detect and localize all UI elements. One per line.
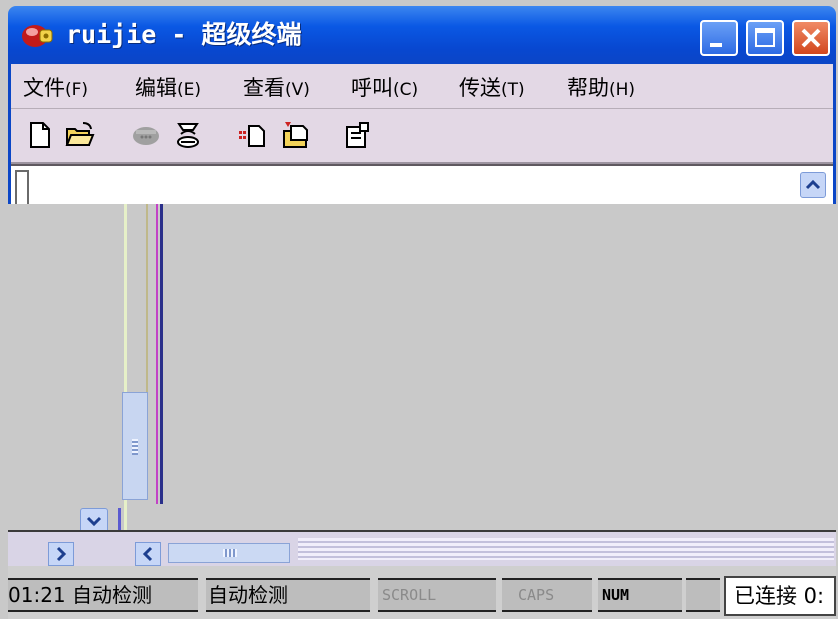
menu-help-accel: (H) (609, 80, 636, 100)
menu-transfer-accel: (T) (501, 80, 525, 100)
menu-call-accel: (C) (393, 80, 419, 100)
menu-call[interactable]: 呼叫(C) (351, 76, 418, 102)
menu-view[interactable]: 查看(V) (243, 76, 310, 102)
maximize-button[interactable] (746, 20, 784, 56)
minimize-icon (710, 43, 722, 47)
close-button[interactable] (792, 20, 830, 56)
horizontal-scroll-thumb[interactable] (168, 543, 290, 563)
menu-file-accel: (F) (65, 80, 89, 100)
menu-view-label: 查看 (243, 76, 285, 100)
toolbar (11, 110, 833, 164)
status-connection: 已连接 0: (724, 576, 836, 616)
menu-edit-accel: (E) (177, 80, 202, 100)
menu-file[interactable]: 文件(F) (23, 76, 88, 102)
render-artifact-line (160, 204, 163, 504)
chevron-right-icon (56, 546, 67, 562)
status-caps-lock: CAPS (502, 578, 592, 612)
menu-file-label: 文件 (23, 76, 65, 100)
properties-icon[interactable] (343, 120, 373, 150)
new-file-icon[interactable] (25, 120, 55, 150)
status-port-settings: 自动检测 (206, 578, 370, 612)
horizontal-scrollbar[interactable] (8, 532, 836, 566)
menu-call-label: 呼叫 (351, 76, 393, 100)
grip-icon (223, 549, 237, 557)
scroll-left-button[interactable] (135, 542, 161, 566)
scroll-up-button[interactable] (800, 172, 826, 198)
menu-transfer[interactable]: 传送(T) (459, 76, 525, 102)
send-file-icon[interactable] (237, 120, 267, 150)
terminal-header (11, 164, 833, 206)
hyperterminal-app-icon[interactable] (20, 20, 54, 50)
status-num-lock: NUM (598, 578, 682, 612)
window-title: ruijie - 超级终端 (66, 20, 302, 49)
maximize-icon (755, 28, 775, 47)
menu-help-label: 帮助 (567, 76, 609, 100)
title-bar[interactable]: ruijie - 超级终端 (8, 6, 836, 64)
render-artifact-line (146, 204, 148, 394)
menu-transfer-label: 传送 (459, 76, 501, 100)
status-scroll-lock: SCROLL (378, 578, 496, 612)
status-connect-time: 01:21 (8, 578, 70, 612)
menu-view-accel: (V) (285, 80, 310, 100)
render-artifact-line (156, 204, 158, 504)
menu-edit-label: 编辑 (135, 76, 177, 100)
chevron-up-icon (805, 179, 821, 190)
status-capture (686, 578, 720, 612)
grip-icon (132, 439, 138, 455)
chevron-left-icon (142, 546, 153, 562)
status-terminal-type: 自动检测 (70, 578, 198, 612)
menu-bar: 文件(F) 编辑(E) 查看(V) 呼叫(C) 传送(T) 帮助(H) (11, 66, 833, 109)
close-icon (801, 28, 821, 48)
receive-file-icon[interactable] (281, 120, 311, 150)
menu-help[interactable]: 帮助(H) (567, 76, 635, 102)
terminal-left-margin (15, 170, 29, 206)
minimize-button[interactable] (700, 20, 738, 56)
connect-phone-icon[interactable] (131, 120, 161, 150)
open-folder-icon[interactable] (65, 120, 95, 150)
horizontal-scroll-track[interactable] (298, 538, 834, 560)
menu-edit[interactable]: 编辑(E) (135, 76, 201, 102)
hyperterminal-window: ruijie - 超级终端 文件(F) 编辑(E) 查看(V) 呼叫(C) 传送… (0, 0, 838, 619)
disconnect-phone-icon[interactable] (173, 120, 203, 150)
scroll-right-button[interactable] (48, 542, 74, 566)
vertical-scroll-thumb[interactable] (122, 392, 148, 500)
